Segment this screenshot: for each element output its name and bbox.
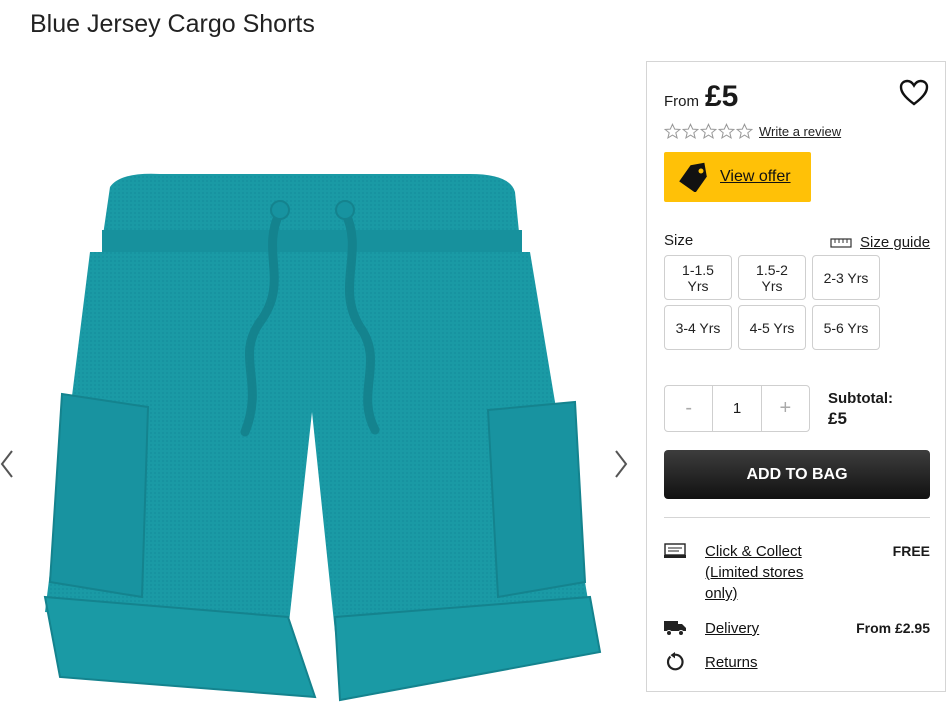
returns-link[interactable]: Returns: [705, 652, 758, 673]
quantity-input[interactable]: 1: [712, 386, 762, 431]
star-empty-icon: [736, 123, 753, 139]
gallery-prev-button[interactable]: [0, 447, 18, 481]
size-option[interactable]: 2-3 Yrs: [812, 255, 880, 300]
delivery-price: From £2.95: [856, 620, 930, 636]
star-empty-icon: [664, 123, 681, 139]
size-label: Size: [664, 232, 694, 249]
price-value: £5: [705, 80, 739, 113]
subtotal-label: Subtotal:: [828, 390, 893, 407]
page-title: Blue Jersey Cargo Shorts: [30, 10, 315, 38]
size-guide-link[interactable]: Size guide: [830, 234, 930, 251]
gallery-next-button[interactable]: [612, 447, 632, 481]
returns-icon: [666, 652, 684, 671]
quantity-increase-button[interactable]: +: [762, 386, 809, 431]
add-to-bag-button[interactable]: ADD TO BAG: [664, 450, 930, 499]
delivery-option-click-collect: Click & Collect (Limited stores only) FR…: [664, 541, 930, 604]
quantity-stepper: - 1 +: [664, 385, 810, 432]
size-option[interactable]: 4-5 Yrs: [738, 305, 806, 350]
click-collect-icon: [664, 543, 686, 558]
quantity-decrease-button[interactable]: -: [665, 386, 712, 431]
delivery-option-delivery: Delivery From £2.95: [664, 618, 930, 639]
subtotal: Subtotal: £5: [828, 390, 893, 429]
click-collect-link[interactable]: Click & Collect (Limited stores only): [705, 541, 820, 604]
write-review-link[interactable]: Write a review: [759, 124, 841, 139]
view-offer-label: View offer: [720, 168, 791, 185]
chevron-left-icon: [0, 450, 13, 478]
wishlist-heart-icon[interactable]: [899, 79, 929, 107]
tag-icon: [679, 162, 707, 192]
star-empty-icon: [718, 123, 735, 139]
price-from-label: From: [664, 93, 699, 110]
ruler-icon: [830, 237, 852, 248]
size-guide-label: Size guide: [860, 234, 931, 251]
click-collect-price: FREE: [892, 543, 930, 559]
star-empty-icon: [700, 123, 717, 139]
size-options: 1-1.5 Yrs 1.5-2 Yrs 2-3 Yrs 3-4 Yrs 4-5 …: [664, 255, 880, 350]
delivery-option-returns: Returns: [664, 652, 930, 673]
product-image: [43, 173, 602, 702]
chevron-right-icon: [615, 450, 628, 478]
delivery-truck-icon: [664, 621, 686, 636]
size-option[interactable]: 3-4 Yrs: [664, 305, 732, 350]
view-offer-button[interactable]: View offer: [664, 152, 811, 202]
star-empty-icon: [682, 123, 699, 139]
size-option[interactable]: 5-6 Yrs: [812, 305, 880, 350]
price-row: From £5: [664, 80, 738, 114]
subtotal-value: £5: [828, 409, 847, 428]
size-option[interactable]: 1.5-2 Yrs: [738, 255, 806, 300]
purchase-panel: From £5 Write a review View offer Size S…: [646, 61, 946, 692]
delivery-link[interactable]: Delivery: [705, 618, 759, 639]
rating-stars: [664, 123, 753, 140]
size-option[interactable]: 1-1.5 Yrs: [664, 255, 732, 300]
rating-row: Write a review: [664, 123, 841, 140]
divider: [664, 517, 930, 518]
